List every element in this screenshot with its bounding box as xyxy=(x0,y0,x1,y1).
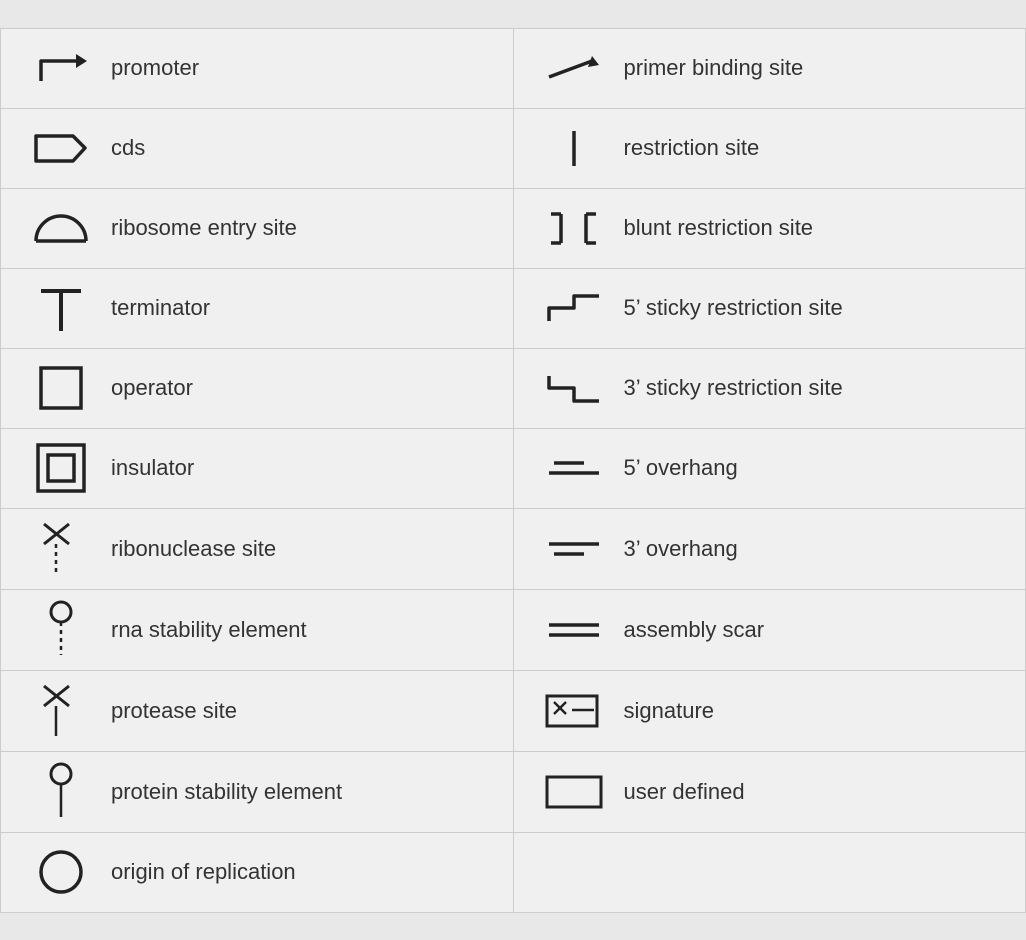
cell-rna-stability-element: rna stability element xyxy=(1,589,514,670)
cell-blunt-restriction-site: blunt restriction site xyxy=(513,188,1025,268)
cell-ribonuclease-site: ribonuclease site xyxy=(1,508,514,589)
insulator-icon xyxy=(21,442,101,494)
cell-promoter: promoter xyxy=(1,28,514,108)
cell-3-overhang: 3’ overhang xyxy=(513,508,1025,589)
cell-origin-of-replication: origin of replication xyxy=(1,832,514,912)
cell-terminator: terminator xyxy=(1,268,514,348)
cell-5-sticky: 5’ sticky restriction site xyxy=(513,268,1025,348)
ribonuclease-site-icon xyxy=(21,519,101,579)
primer-binding-site-label: primer binding site xyxy=(614,55,804,81)
cell-primer-binding-site: primer binding site xyxy=(513,28,1025,108)
operator-icon xyxy=(21,363,101,413)
signature-label: signature xyxy=(614,698,715,724)
cell-cds: cds xyxy=(1,108,514,188)
ribosome-entry-site-icon xyxy=(21,206,101,251)
cell-empty xyxy=(513,832,1025,912)
cell-operator: operator xyxy=(1,348,514,428)
cds-icon xyxy=(21,126,101,171)
terminator-icon xyxy=(21,281,101,336)
restriction-site-icon xyxy=(534,126,614,171)
cell-ribosome-entry-site: ribosome entry site xyxy=(1,188,514,268)
sticky-5-restriction-site-icon xyxy=(534,286,614,331)
user-defined-label: user defined xyxy=(614,779,745,805)
promoter-label: promoter xyxy=(101,55,199,81)
signature-icon xyxy=(534,688,614,733)
sticky-3-restriction-site-icon xyxy=(534,366,614,411)
restriction-site-label: restriction site xyxy=(614,135,760,161)
user-defined-icon xyxy=(534,772,614,812)
cell-user-defined: user defined xyxy=(513,751,1025,832)
cell-insulator: insulator xyxy=(1,428,514,508)
protein-stability-element-label: protein stability element xyxy=(101,779,342,805)
cell-protease-site: protease site xyxy=(1,670,514,751)
5-overhang-label: 5’ overhang xyxy=(614,455,738,481)
blunt-restriction-site-icon xyxy=(534,206,614,251)
cell-protein-stability-element: protein stability element xyxy=(1,751,514,832)
3-overhang-icon xyxy=(534,534,614,564)
protease-site-label: protease site xyxy=(101,698,237,724)
cell-restriction-site: restriction site xyxy=(513,108,1025,188)
assembly-scar-label: assembly scar xyxy=(614,617,765,643)
rna-stability-element-label: rna stability element xyxy=(101,617,307,643)
cell-3-sticky: 3’ sticky restriction site xyxy=(513,348,1025,428)
cell-assembly-scar: assembly scar xyxy=(513,589,1025,670)
5-sticky-restriction-site-label: 5’ sticky restriction site xyxy=(614,295,843,321)
legend-table: promoter primer binding site xyxy=(0,28,1026,913)
assembly-scar-icon xyxy=(534,615,614,645)
promoter-icon xyxy=(21,46,101,91)
3-sticky-restriction-site-label: 3’ sticky restriction site xyxy=(614,375,843,401)
protease-site-icon xyxy=(21,681,101,741)
cds-label: cds xyxy=(101,135,145,161)
blunt-restriction-site-label: blunt restriction site xyxy=(614,215,814,241)
terminator-label: terminator xyxy=(101,295,210,321)
protein-stability-element-icon xyxy=(21,762,101,822)
3-overhang-label: 3’ overhang xyxy=(614,536,738,562)
cell-5-overhang: 5’ overhang xyxy=(513,428,1025,508)
ribonuclease-site-label: ribonuclease site xyxy=(101,536,276,562)
primer-binding-site-icon xyxy=(534,53,614,83)
operator-label: operator xyxy=(101,375,193,401)
5-overhang-icon xyxy=(534,453,614,483)
origin-of-replication-icon xyxy=(21,847,101,897)
cell-signature: signature xyxy=(513,670,1025,751)
insulator-label: insulator xyxy=(101,455,194,481)
origin-of-replication-label: origin of replication xyxy=(101,859,296,885)
rna-stability-element-icon xyxy=(21,600,101,660)
ribosome-entry-site-label: ribosome entry site xyxy=(101,215,297,241)
